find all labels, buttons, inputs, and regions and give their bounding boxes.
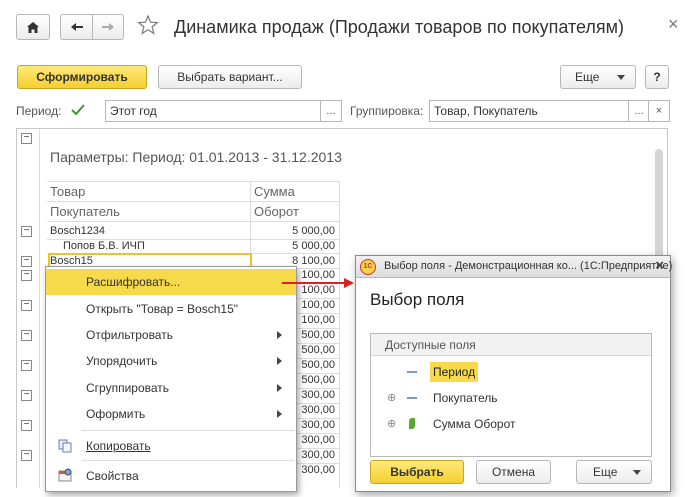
table-row-value: 5 000,00: [292, 240, 335, 252]
grouping-value: Товар, Покупатель: [434, 104, 538, 118]
grouping-clear-button[interactable]: ×: [648, 100, 670, 122]
dialog-heading: Выбор поля: [370, 290, 465, 309]
dialog-more-label: Еще: [593, 465, 618, 479]
dialog-more-button[interactable]: Еще: [576, 460, 652, 484]
copy-icon: [58, 439, 72, 453]
menu-item-group[interactable]: Сгруппировать: [46, 375, 296, 401]
collapse-icon[interactable]: −: [21, 450, 32, 461]
chevron-right-icon: [277, 357, 282, 365]
chevron-down-icon: [617, 75, 625, 80]
fields-list-header: Доступные поля: [371, 334, 651, 356]
column-header-product: Товар: [50, 184, 86, 199]
period-field[interactable]: Этот год: [105, 100, 321, 122]
dialog-window-title: Выбор поля - Демонстрационная ко... (1С:…: [384, 260, 673, 272]
expand-icon[interactable]: ⊕: [387, 391, 396, 404]
table-row-value: 5 000,00: [292, 225, 335, 237]
expand-icon[interactable]: ⊕: [387, 417, 396, 430]
menu-divider: [82, 460, 294, 461]
field-selection-dialog: 1C Выбор поля - Демонстрационная ко... (…: [355, 255, 673, 492]
dialog-close-icon[interactable]: ×: [655, 257, 664, 274]
report-parameters: Параметры: Период: 01.01.2013 - 31.12.20…: [50, 149, 342, 165]
menu-item-label: Свойства: [86, 469, 139, 483]
period-select-button[interactable]: ...: [320, 100, 342, 122]
list-item[interactable]: ⊕ Покупатель: [371, 386, 651, 410]
collapse-icon[interactable]: −: [21, 256, 32, 267]
menu-divider: [82, 430, 294, 431]
menu-item-label: Открыть "Товар = Bosch15": [86, 302, 239, 316]
menu-item-label: Сгруппировать: [86, 381, 170, 395]
list-item[interactable]: Период: [371, 360, 651, 384]
grouping-select-button[interactable]: ...: [628, 100, 650, 122]
cancel-button[interactable]: Отмена: [476, 460, 551, 484]
list-item-label: Сумма Оборот: [433, 417, 516, 431]
collapse-icon[interactable]: −: [21, 330, 32, 341]
menu-item-format[interactable]: Оформить: [46, 401, 296, 427]
star-icon[interactable]: [137, 14, 161, 40]
menu-item-sort[interactable]: Упорядочить: [46, 348, 296, 374]
chevron-right-icon: [277, 410, 282, 418]
home-icon: [27, 21, 39, 33]
column-header-customer: Покупатель: [50, 204, 120, 219]
back-button[interactable]: [60, 14, 92, 40]
field-icon: [407, 371, 417, 373]
table-row-customer[interactable]: Попов Б.В. ИЧП: [63, 240, 145, 252]
page-title: Динамика продаж (Продажи товаров по поку…: [174, 17, 625, 37]
period-label: Период:: [16, 104, 62, 118]
collapse-icon[interactable]: −: [21, 226, 32, 237]
menu-item-label: Оформить: [86, 407, 146, 421]
generate-button[interactable]: Сформировать: [17, 65, 147, 89]
chevron-down-icon: [633, 470, 641, 475]
choose-variant-button[interactable]: Выбрать вариант...: [158, 65, 302, 89]
column-header-sum: Сумма: [254, 184, 295, 199]
collapse-icon[interactable]: −: [21, 390, 32, 401]
collapse-icon[interactable]: −: [21, 300, 32, 311]
list-item-label: Период: [430, 362, 479, 382]
grouping-label: Группировка:: [350, 104, 424, 118]
field-icon: [407, 397, 417, 399]
properties-icon: [58, 468, 73, 483]
home-button[interactable]: [16, 14, 50, 40]
period-value: Этот год: [110, 104, 157, 118]
app-logo-icon: 1C: [360, 259, 376, 275]
arrow-left-icon: [70, 23, 83, 31]
fields-list-header-label: Доступные поля: [385, 338, 476, 352]
menu-item-properties[interactable]: Свойства: [46, 463, 296, 489]
resource-icon: [409, 418, 415, 429]
menu-item-label: Расшифровать...: [86, 275, 181, 289]
chevron-right-icon: [277, 331, 282, 339]
red-arrow-icon: [282, 278, 354, 288]
available-fields-list[interactable]: Доступные поля Период ⊕ Покупатель ⊕ Сум…: [370, 333, 652, 457]
tree-divider: [39, 129, 40, 488]
collapse-icon[interactable]: −: [21, 270, 32, 281]
choose-button[interactable]: Выбрать: [370, 460, 464, 484]
column-header-turnover: Оборот: [254, 204, 299, 219]
menu-item-label: Отфильтровать: [86, 328, 173, 342]
more-button[interactable]: Еще: [560, 65, 636, 89]
collapse-icon[interactable]: −: [21, 420, 32, 431]
close-icon[interactable]: ×: [668, 14, 679, 35]
arrow-right-icon: [102, 23, 114, 31]
collapse-icon[interactable]: −: [21, 360, 32, 371]
menu-item-copy[interactable]: Копировать: [46, 433, 296, 459]
table-row-product[interactable]: Bosch1234: [50, 225, 105, 237]
menu-item-label: Копировать: [86, 439, 151, 453]
more-button-label: Еще: [575, 70, 600, 84]
forward-button[interactable]: [92, 14, 124, 40]
period-checkbox[interactable]: [70, 102, 86, 118]
menu-item-filter[interactable]: Отфильтровать: [46, 322, 296, 348]
checkmark-icon: [71, 104, 85, 116]
collapse-icon[interactable]: −: [21, 133, 32, 144]
dialog-titlebar[interactable]: 1C Выбор поля - Демонстрационная ко... (…: [356, 256, 673, 278]
list-item[interactable]: ⊕ Сумма Оборот: [371, 412, 651, 436]
menu-item-label: Упорядочить: [86, 354, 158, 368]
menu-item-decode[interactable]: Расшифровать...: [46, 269, 296, 295]
chevron-right-icon: [277, 384, 282, 392]
list-item-label: Покупатель: [433, 391, 498, 405]
context-menu: Расшифровать... Открыть "Товар = Bosch15…: [45, 266, 297, 492]
grouping-field[interactable]: Товар, Покупатель: [429, 100, 629, 122]
menu-item-open[interactable]: Открыть "Товар = Bosch15": [46, 296, 296, 322]
help-button[interactable]: ?: [645, 65, 669, 89]
